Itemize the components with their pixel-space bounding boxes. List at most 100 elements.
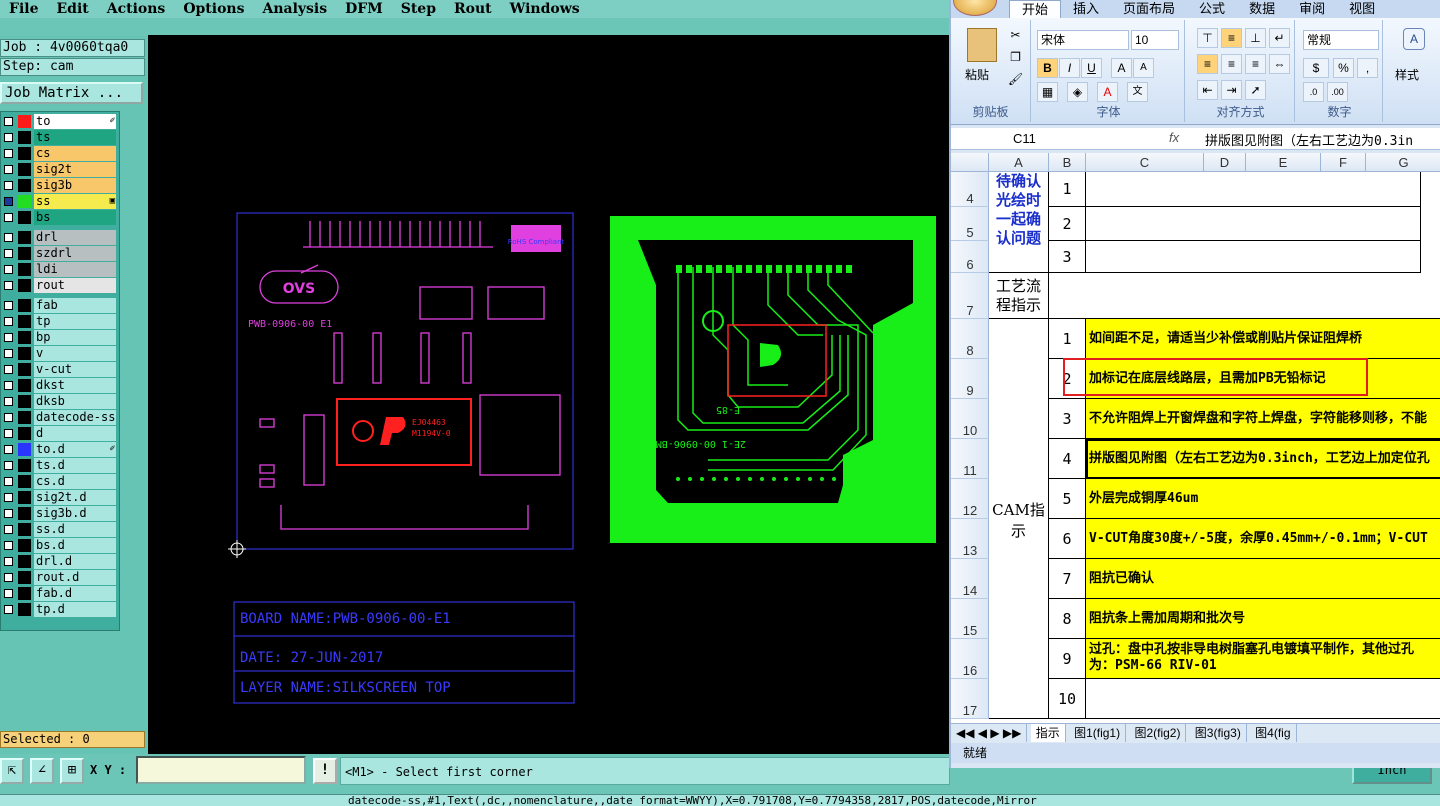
row-header[interactable]: 10 <box>951 399 989 439</box>
align-center-icon[interactable]: ≡ <box>1221 54 1242 74</box>
layer-name[interactable]: bs <box>34 210 116 225</box>
layer-name[interactable]: d <box>34 426 116 441</box>
instruction-number-cell[interactable]: 5 <box>1049 479 1086 519</box>
menu-rout[interactable]: Rout <box>445 1 501 17</box>
comma-button[interactable]: , <box>1357 58 1378 78</box>
layer-checkbox[interactable] <box>4 381 13 390</box>
layer-name[interactable]: bp <box>34 330 116 345</box>
layer-checkbox[interactable] <box>4 413 13 422</box>
layer-checkbox[interactable] <box>4 197 13 206</box>
snap-tool-button[interactable]: ⊞ <box>60 758 84 784</box>
select-all-corner[interactable] <box>951 153 989 172</box>
layer-row[interactable]: tp <box>1 314 119 329</box>
layer-color-swatch[interactable] <box>18 411 31 424</box>
layer-color-swatch[interactable] <box>18 523 31 536</box>
percent-button[interactable]: % <box>1333 58 1354 78</box>
layer-checkbox[interactable] <box>4 557 13 566</box>
font-name-select[interactable]: 宋体 <box>1037 30 1129 50</box>
layer-checkbox[interactable] <box>4 333 13 342</box>
tab-review[interactable]: 审阅 <box>1287 0 1337 18</box>
menu-file[interactable]: File <box>0 1 47 17</box>
layer-row[interactable]: cs <box>1 146 119 161</box>
instruction-number-cell[interactable]: 1 <box>1049 319 1086 359</box>
tab-page-layout[interactable]: 页面布局 <box>1111 0 1187 18</box>
align-bottom-icon[interactable]: ⊥ <box>1245 28 1266 48</box>
tab-insert[interactable]: 插入 <box>1061 0 1111 18</box>
column-header[interactable]: E <box>1246 153 1321 172</box>
confirm-text-cell[interactable] <box>1086 241 1421 273</box>
layer-name[interactable]: rout.d <box>34 570 116 585</box>
row-header[interactable]: 13 <box>951 519 989 559</box>
instruction-number-cell[interactable]: 10 <box>1049 679 1086 719</box>
layer-color-swatch[interactable] <box>18 279 31 292</box>
align-left-icon[interactable]: ≡ <box>1197 54 1218 74</box>
layer-name[interactable]: drl <box>34 230 116 245</box>
layer-checkbox[interactable] <box>4 605 13 614</box>
menu-dfm[interactable]: DFM <box>336 1 392 17</box>
layer-name[interactable]: ts.d <box>34 458 116 473</box>
layer-checkbox[interactable] <box>4 461 13 470</box>
copy-icon[interactable]: ❐ <box>1005 48 1026 68</box>
name-box[interactable]: C11 <box>957 130 1112 148</box>
layer-name[interactable]: ss.d <box>34 522 116 537</box>
row-header[interactable]: 15 <box>951 599 989 639</box>
row-header[interactable]: 16 <box>951 639 989 679</box>
layer-row[interactable]: ss ▣ <box>1 194 119 209</box>
layer-name[interactable]: datecode-ss <box>34 410 116 425</box>
layer-name[interactable]: cs <box>34 146 116 161</box>
layer-color-swatch[interactable] <box>18 395 31 408</box>
row-header[interactable]: 17 <box>951 679 989 719</box>
row-header[interactable]: 5 <box>951 207 989 241</box>
layer-name[interactable]: szdrl <box>34 246 116 261</box>
decrease-decimal-icon[interactable]: .00 <box>1327 82 1348 102</box>
layer-row[interactable]: bs.d <box>1 538 119 553</box>
row-header[interactable]: 7 <box>951 273 989 319</box>
layer-name[interactable]: sig3b <box>34 178 116 193</box>
layer-row[interactable]: dkst <box>1 378 119 393</box>
layer-name[interactable]: ldi <box>34 262 116 277</box>
layer-row[interactable]: drl.d <box>1 554 119 569</box>
layer-checkbox[interactable] <box>4 213 13 222</box>
instruction-text-cell[interactable] <box>1086 679 1440 719</box>
instruction-number-cell[interactable]: 3 <box>1049 399 1086 439</box>
layer-color-swatch[interactable] <box>18 379 31 392</box>
layer-color-swatch[interactable] <box>18 363 31 376</box>
increase-decimal-icon[interactable]: .0 <box>1303 82 1324 102</box>
sheet-tab-4[interactable]: 图4(fig <box>1250 724 1297 742</box>
cam-label-cell[interactable]: CAM指示 <box>989 319 1049 719</box>
menu-step[interactable]: Step <box>392 1 445 17</box>
layer-color-swatch[interactable] <box>18 115 31 128</box>
layer-checkbox[interactable] <box>4 117 13 126</box>
layer-checkbox[interactable] <box>4 149 13 158</box>
layer-checkbox[interactable] <box>4 573 13 582</box>
layer-row[interactable]: sig2t.d <box>1 490 119 505</box>
layer-color-swatch[interactable] <box>18 347 31 360</box>
sheet-tab-1[interactable]: 图1(fig1) <box>1069 724 1127 742</box>
layer-row[interactable]: bs <box>1 210 119 225</box>
layer-name[interactable]: bs.d <box>34 538 116 553</box>
underline-button[interactable]: U <box>1081 58 1102 78</box>
layer-name[interactable]: sig2t <box>34 162 116 177</box>
column-header[interactable]: F <box>1321 153 1366 172</box>
number-format-select[interactable]: 常规 <box>1303 30 1379 50</box>
align-middle-icon[interactable]: ≡ <box>1221 28 1242 48</box>
instruction-number-cell[interactable]: 4 <box>1049 439 1086 479</box>
tab-home[interactable]: 开始 <box>1009 0 1062 18</box>
layer-name[interactable]: v <box>34 346 116 361</box>
tab-view[interactable]: 视图 <box>1337 0 1387 18</box>
confirm-number-cell[interactable]: 1 <box>1049 172 1086 207</box>
layer-checkbox[interactable] <box>4 397 13 406</box>
column-header[interactable]: B <box>1049 153 1086 172</box>
layer-color-swatch[interactable] <box>18 603 31 616</box>
currency-icon[interactable]: $ <box>1303 58 1329 78</box>
font-size-select[interactable]: 10 <box>1131 30 1179 50</box>
measure-tool-button[interactable]: ∠ <box>30 758 54 784</box>
layer-row[interactable]: drl <box>1 230 119 245</box>
layer-checkbox[interactable] <box>4 317 13 326</box>
layer-checkbox[interactable] <box>4 165 13 174</box>
layer-checkbox[interactable] <box>4 429 13 438</box>
layer-name[interactable]: fab <box>34 298 116 313</box>
instruction-number-cell[interactable]: 7 <box>1049 559 1086 599</box>
layer-row[interactable]: szdrl <box>1 246 119 261</box>
layer-row[interactable]: sig2t <box>1 162 119 177</box>
